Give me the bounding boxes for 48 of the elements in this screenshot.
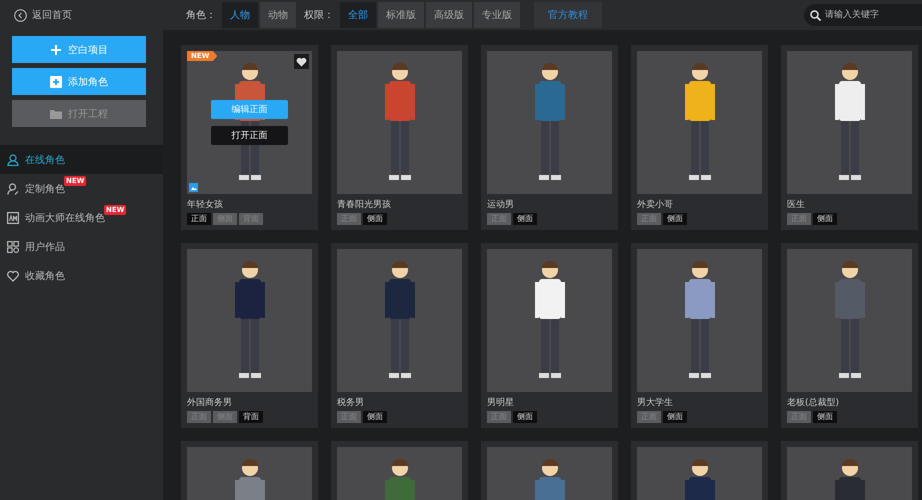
character-name: 年轻女孩: [187, 198, 224, 211]
sidebar-item[interactable]: 用户作品: [0, 232, 163, 261]
sidebar-item[interactable]: 在线角色: [0, 145, 163, 174]
character-name: 税务男: [337, 396, 365, 409]
filter-tab[interactable]: 动物: [260, 2, 296, 28]
person-edit-icon: [7, 182, 19, 194]
filter-tab[interactable]: 人物: [222, 2, 258, 28]
filter-tab[interactable]: 全部: [340, 2, 376, 28]
heart-icon: [296, 56, 307, 66]
tutorial-button[interactable]: 官方教程: [534, 2, 602, 28]
am-logo-icon: [7, 212, 19, 224]
character-name: 运动男: [487, 198, 515, 211]
filter-tab[interactable]: 专业版: [474, 2, 520, 28]
person-icon: [7, 154, 19, 166]
character-name: 医生: [787, 198, 806, 211]
plus-icon: [50, 44, 62, 56]
back-icon: [14, 8, 27, 22]
view-tab[interactable]: 侧面: [663, 213, 687, 225]
view-tab[interactable]: 侧面: [513, 213, 537, 225]
character-name: 外国商务男: [187, 396, 233, 409]
character-name: 外卖小哥: [637, 198, 674, 211]
view-tab[interactable]: 正面: [187, 213, 211, 225]
view-tab[interactable]: 侧面: [813, 411, 837, 423]
favorite-button[interactable]: [294, 54, 309, 69]
filter-label: 角色：: [186, 9, 216, 22]
filter-label: 权限：: [304, 8, 334, 22]
picture-icon: [189, 183, 198, 192]
back-home-link[interactable]: 返回首页: [0, 7, 178, 23]
open-front-button[interactable]: 打开正面: [211, 126, 288, 145]
heart-icon: [7, 270, 19, 282]
character-name: 男明星: [487, 396, 515, 409]
grid-icon: [7, 240, 19, 252]
view-tab[interactable]: 侧面: [813, 213, 837, 225]
character-name: 男大学生: [637, 396, 674, 409]
folder-icon: [50, 108, 62, 120]
character-name: 老板(总裁型): [787, 396, 840, 409]
view-tab[interactable]: 侧面: [363, 213, 387, 225]
sidebar-item[interactable]: 收藏角色: [0, 261, 163, 290]
plus-box-icon: [50, 76, 62, 88]
view-tab[interactable]: 侧面: [513, 411, 537, 423]
search-field[interactable]: 请输入关键字: [804, 4, 922, 26]
view-tab[interactable]: 侧面: [363, 411, 387, 423]
character-name: 青春阳光男孩: [337, 198, 392, 211]
view-tab[interactable]: 背面: [239, 411, 263, 423]
filter-tab[interactable]: 高级版: [426, 2, 472, 28]
view-tab[interactable]: 侧面: [663, 411, 687, 423]
filter-tab[interactable]: 标准版: [378, 2, 424, 28]
search-icon: [810, 10, 821, 20]
